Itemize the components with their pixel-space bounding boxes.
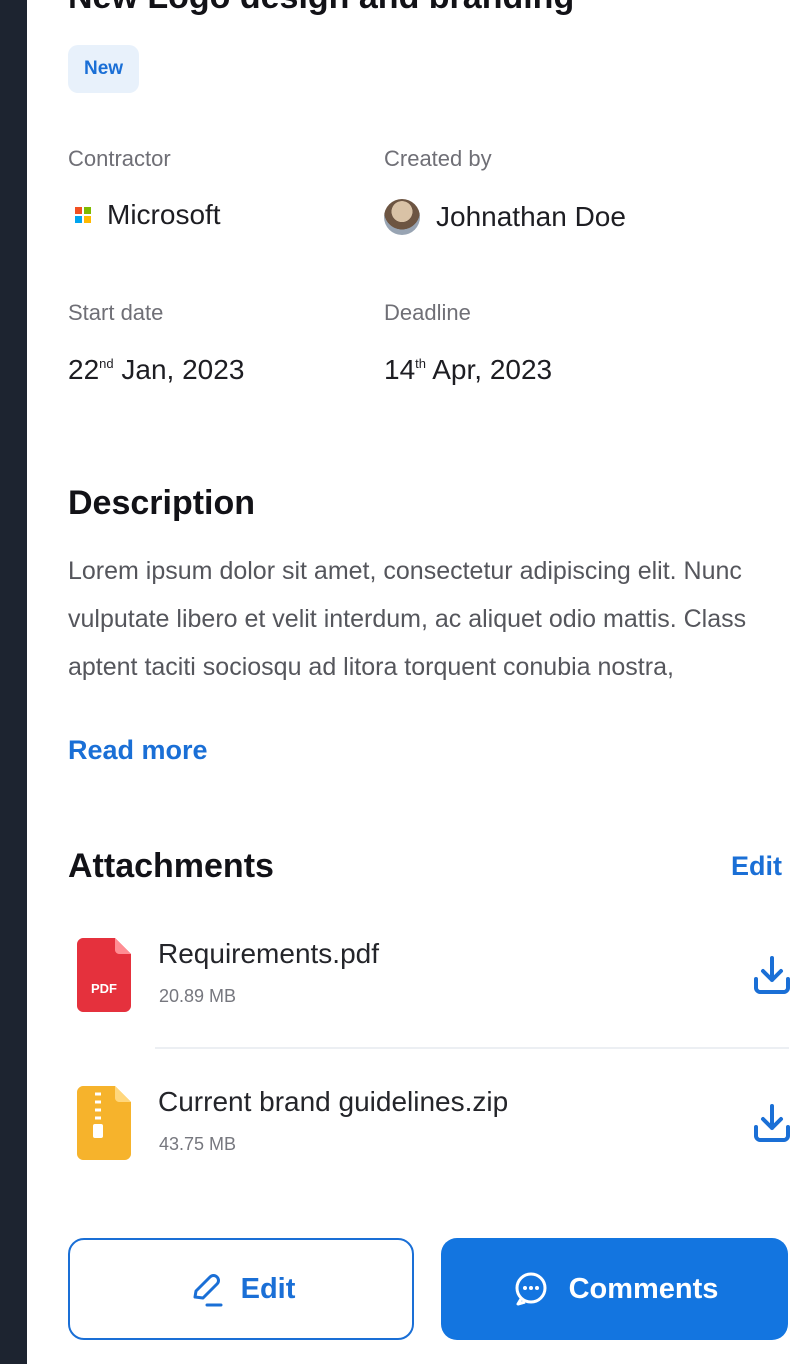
start-date-label: Start date (68, 300, 164, 325)
attachment-name: Requirements.pdf (158, 938, 380, 969)
attachments-title: Attachments (68, 847, 274, 885)
attachment-size: 20.89 MB (159, 986, 237, 1006)
comment-icon (515, 1272, 547, 1306)
pencil-icon (193, 1274, 223, 1307)
read-more-link[interactable]: Read more (68, 735, 208, 766)
attachment-size: 43.75 MB (159, 1134, 237, 1154)
start-date-value: 22nd Jan, 2023 (68, 354, 245, 385)
edit-button[interactable]: Edit (68, 1238, 414, 1340)
download-icon[interactable] (752, 1102, 792, 1144)
comments-button[interactable]: Comments (441, 1238, 788, 1340)
attachment-divider (155, 1047, 789, 1049)
page-title: New Logo design and branding (68, 0, 574, 17)
deadline-label: Deadline (384, 300, 471, 325)
deadline-value: 14th Apr, 2023 (384, 354, 553, 385)
attachment-item[interactable]: Current brand guidelines.zip 43.75 MB (68, 1076, 792, 1186)
side-strip (0, 0, 27, 1364)
attachment-name: Current brand guidelines.zip (158, 1086, 509, 1117)
svg-text:PDF: PDF (91, 981, 117, 996)
creator-name: Johnathan Doe (436, 201, 626, 232)
contractor-name: Microsoft (107, 199, 221, 230)
comments-button-label: Comments (568, 1272, 719, 1305)
created-by-label: Created by (384, 146, 492, 171)
attachment-item[interactable]: PDF Requirements.pdf 20.89 MB (68, 928, 792, 1038)
contractor-value: Microsoft (75, 199, 221, 231)
status-badge: New (68, 45, 140, 93)
created-by-value: Johnathan Doe (384, 199, 626, 235)
avatar (384, 199, 420, 235)
description-text: Lorem ipsum dolor sit amet, consectetur … (68, 557, 747, 681)
pdf-file-icon: PDF (77, 938, 131, 1012)
download-icon[interactable] (752, 954, 792, 996)
task-detail-panel: New Logo design and branding New Contrac… (27, 0, 805, 1364)
edit-button-label: Edit (240, 1272, 296, 1305)
zip-file-icon (77, 1086, 131, 1160)
description-title: Description (68, 484, 256, 522)
microsoft-logo-icon (75, 207, 91, 223)
contractor-label: Contractor (68, 146, 171, 171)
attachments-edit-link[interactable]: Edit (731, 851, 782, 882)
